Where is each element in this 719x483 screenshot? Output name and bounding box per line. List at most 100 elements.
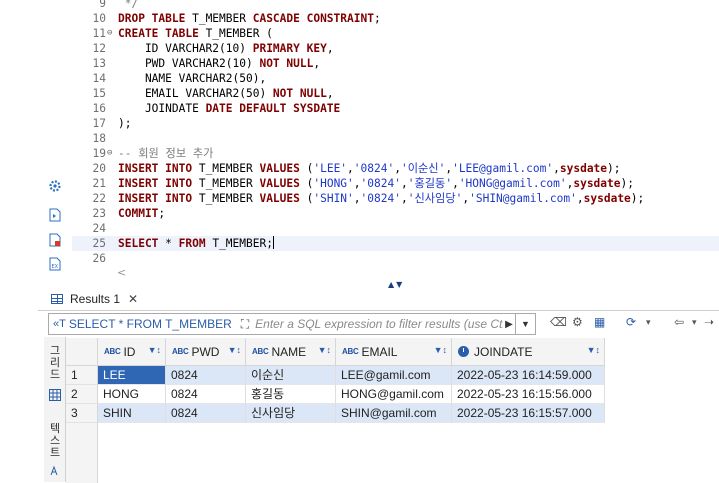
filter-history-dropdown[interactable]: ▼ bbox=[515, 314, 535, 334]
column-name: NAME bbox=[271, 344, 307, 359]
record-icon[interactable] bbox=[49, 465, 61, 477]
table-cell[interactable]: 2022-05-23 16:15:57.000 bbox=[452, 404, 605, 423]
code-line[interactable]: 10 DROP TABLE T_MEMBER CASCADE CONSTRAINT… bbox=[72, 11, 719, 26]
scroll-left-arrow[interactable]: < bbox=[117, 266, 126, 279]
fold-toggle-icon[interactable]: ⊖ bbox=[107, 146, 117, 161]
grid-icon[interactable] bbox=[49, 389, 61, 401]
line-number: 14 bbox=[92, 72, 106, 85]
back-dropdown-icon[interactable]: ▾ bbox=[692, 318, 697, 328]
apply-filter-icon[interactable]: ▶ bbox=[505, 319, 513, 330]
filter-placeholder[interactable]: Enter a SQL expression to filter results… bbox=[255, 317, 503, 331]
refresh-icon[interactable]: ⟳ bbox=[626, 315, 636, 329]
close-icon[interactable]: ✕ bbox=[128, 292, 138, 306]
line-number: 26 bbox=[92, 252, 106, 265]
tab-grid[interactable]: 그리드 bbox=[44, 345, 66, 381]
code-text: CREATE TABLE T_MEMBER ( bbox=[118, 27, 273, 40]
grid-panel-icon[interactable]: ▦ bbox=[594, 315, 605, 329]
line-number: 23 bbox=[92, 207, 106, 220]
settings-icon[interactable] bbox=[48, 179, 62, 193]
line-number: 16 bbox=[92, 102, 106, 115]
code-line[interactable]: 19 ⊖ -- 회원 정보 추가 bbox=[72, 146, 719, 161]
table-cell[interactable]: 2022-05-23 16:15:56.000 bbox=[452, 385, 605, 404]
view-mode-tabs: 그리드 텍스트 bbox=[44, 337, 66, 482]
export-script-icon[interactable] bbox=[48, 233, 62, 247]
tab-text[interactable]: 텍스트 bbox=[44, 423, 66, 459]
code-line[interactable]: 9 */ bbox=[72, 0, 719, 11]
line-number: 9 bbox=[99, 0, 106, 10]
explain-plan-icon[interactable]: EX bbox=[48, 257, 62, 271]
sql-editor[interactable]: 9 */10 DROP TABLE T_MEMBER CASCADE CONSTR… bbox=[72, 0, 719, 268]
code-line[interactable]: 18 bbox=[72, 131, 719, 146]
code-line[interactable]: 22 INSERT INTO T_MEMBER VALUES ('SHIN','0… bbox=[72, 191, 719, 206]
text-type-icon: ABC bbox=[252, 347, 269, 356]
execute-script-icon[interactable] bbox=[48, 208, 62, 222]
code-line[interactable]: 12 ID VARCHAR2(10) PRIMARY KEY, bbox=[72, 41, 719, 56]
code-text: ); bbox=[118, 117, 132, 130]
table-cell[interactable]: SHIN@gamil.com bbox=[336, 404, 452, 423]
row-number[interactable]: 3 bbox=[66, 404, 98, 423]
sort-filter-icon[interactable]: ▼↕ bbox=[318, 345, 331, 355]
table-cell[interactable]: 2022-05-23 16:14:59.000 bbox=[452, 366, 605, 385]
column-header-name[interactable]: ABC NAME ▼↕ bbox=[246, 338, 336, 366]
table-cell[interactable]: LEE bbox=[98, 366, 166, 385]
code-line[interactable]: 15 EMAIL VARCHAR2(50) NOT NULL, bbox=[72, 86, 719, 101]
text-type-icon: ABC bbox=[104, 347, 121, 356]
code-line[interactable]: 16 JOINDATE DATE DEFAULT SYSDATE bbox=[72, 101, 719, 116]
table-cell[interactable]: HONG bbox=[98, 385, 166, 404]
code-line[interactable]: 26 bbox=[72, 251, 719, 266]
table-cell[interactable]: LEE@gamil.com bbox=[336, 366, 452, 385]
text-type-icon: ABC bbox=[172, 347, 189, 356]
code-line[interactable]: 25 SELECT * FROM T_MEMBER; bbox=[72, 236, 719, 251]
table-row[interactable]: 1 LEE 0824 이순신 LEE@gamil.com 2022-05-23 16:14… bbox=[66, 366, 609, 385]
sort-filter-icon[interactable]: ▼↕ bbox=[587, 345, 600, 355]
line-number: 18 bbox=[92, 132, 106, 145]
tab-results-1[interactable]: Results 1 ✕ bbox=[45, 287, 144, 311]
code-text: -- 회원 정보 추가 bbox=[118, 147, 214, 160]
code-line[interactable]: 14 NAME VARCHAR2(50), bbox=[72, 71, 719, 86]
back-arrow-icon[interactable]: ⇦ bbox=[674, 315, 684, 329]
line-number: 17 bbox=[92, 117, 106, 130]
code-line[interactable]: 13 PWD VARCHAR2(10) NOT NULL, bbox=[72, 56, 719, 71]
column-header-pwd[interactable]: ABC PWD ▼↕ bbox=[166, 338, 246, 366]
column-header-id[interactable]: ABC ID ▼↕ bbox=[98, 338, 166, 366]
filter-input[interactable]: «T SELECT * FROM T_MEMBER ⛶ Enter a SQL … bbox=[48, 313, 536, 335]
code-line[interactable]: 24 bbox=[72, 221, 719, 236]
expand-icon[interactable]: ⛶ bbox=[241, 317, 249, 332]
code-text: ID VARCHAR2(10) PRIMARY KEY, bbox=[118, 42, 334, 55]
refresh-dropdown-icon[interactable]: ▾ bbox=[646, 318, 651, 328]
row-number[interactable]: 2 bbox=[66, 385, 98, 404]
forward-arrow-icon[interactable]: ➝ bbox=[704, 315, 714, 329]
table-cell[interactable]: 0824 bbox=[166, 404, 246, 423]
column-header-joindate[interactable]: JOINDATE ▼↕ bbox=[452, 338, 605, 366]
column-header-email[interactable]: ABC EMAIL ▼↕ bbox=[336, 338, 452, 366]
sort-filter-icon[interactable]: ▼↕ bbox=[228, 345, 241, 355]
filter-settings-icon[interactable]: ⚙ bbox=[572, 315, 583, 329]
sort-filter-icon[interactable]: ▼↕ bbox=[148, 345, 161, 355]
table-cell[interactable]: 0824 bbox=[166, 366, 246, 385]
code-line[interactable]: 17); bbox=[72, 116, 719, 131]
table-cell[interactable]: HONG@gamil.com bbox=[336, 385, 452, 404]
table-cell[interactable]: 이순신 bbox=[246, 366, 336, 385]
code-line[interactable]: 20 INSERT INTO T_MEMBER VALUES ('LEE','08… bbox=[72, 161, 719, 176]
line-number: 24 bbox=[92, 222, 106, 235]
fold-toggle-icon[interactable]: ⊖ bbox=[107, 26, 117, 41]
line-number: 20 bbox=[92, 162, 106, 175]
text-type-icon: ABC bbox=[342, 347, 359, 356]
code-line[interactable]: 23 COMMIT; bbox=[72, 206, 719, 221]
table-row[interactable]: 3 SHIN 0824 신사임당 SHIN@gamil.com 2022-05-23 16… bbox=[66, 404, 609, 423]
table-row[interactable]: 2 HONG 0824 홍길동 HONG@gamil.com 2022-05-23 16:… bbox=[66, 385, 609, 404]
tab-label: Results 1 bbox=[70, 292, 121, 306]
code-line[interactable]: 11 ⊖ CREATE TABLE T_MEMBER ( bbox=[72, 26, 719, 41]
grid-icon bbox=[51, 294, 63, 304]
code-line[interactable]: 21 INSERT INTO T_MEMBER VALUES ('HONG','0… bbox=[72, 176, 719, 191]
code-text: */ bbox=[118, 0, 139, 10]
editor-side-toolbar: EX bbox=[38, 170, 72, 280]
table-cell[interactable]: 0824 bbox=[166, 385, 246, 404]
table-cell[interactable]: 홍길동 bbox=[246, 385, 336, 404]
table-cell[interactable]: SHIN bbox=[98, 404, 166, 423]
line-number: 12 bbox=[92, 42, 106, 55]
sort-filter-icon[interactable]: ▼↕ bbox=[434, 345, 447, 355]
eraser-icon[interactable]: ⌫ bbox=[550, 315, 567, 329]
row-number[interactable]: 1 bbox=[66, 366, 98, 385]
table-cell[interactable]: 신사임당 bbox=[246, 404, 336, 423]
